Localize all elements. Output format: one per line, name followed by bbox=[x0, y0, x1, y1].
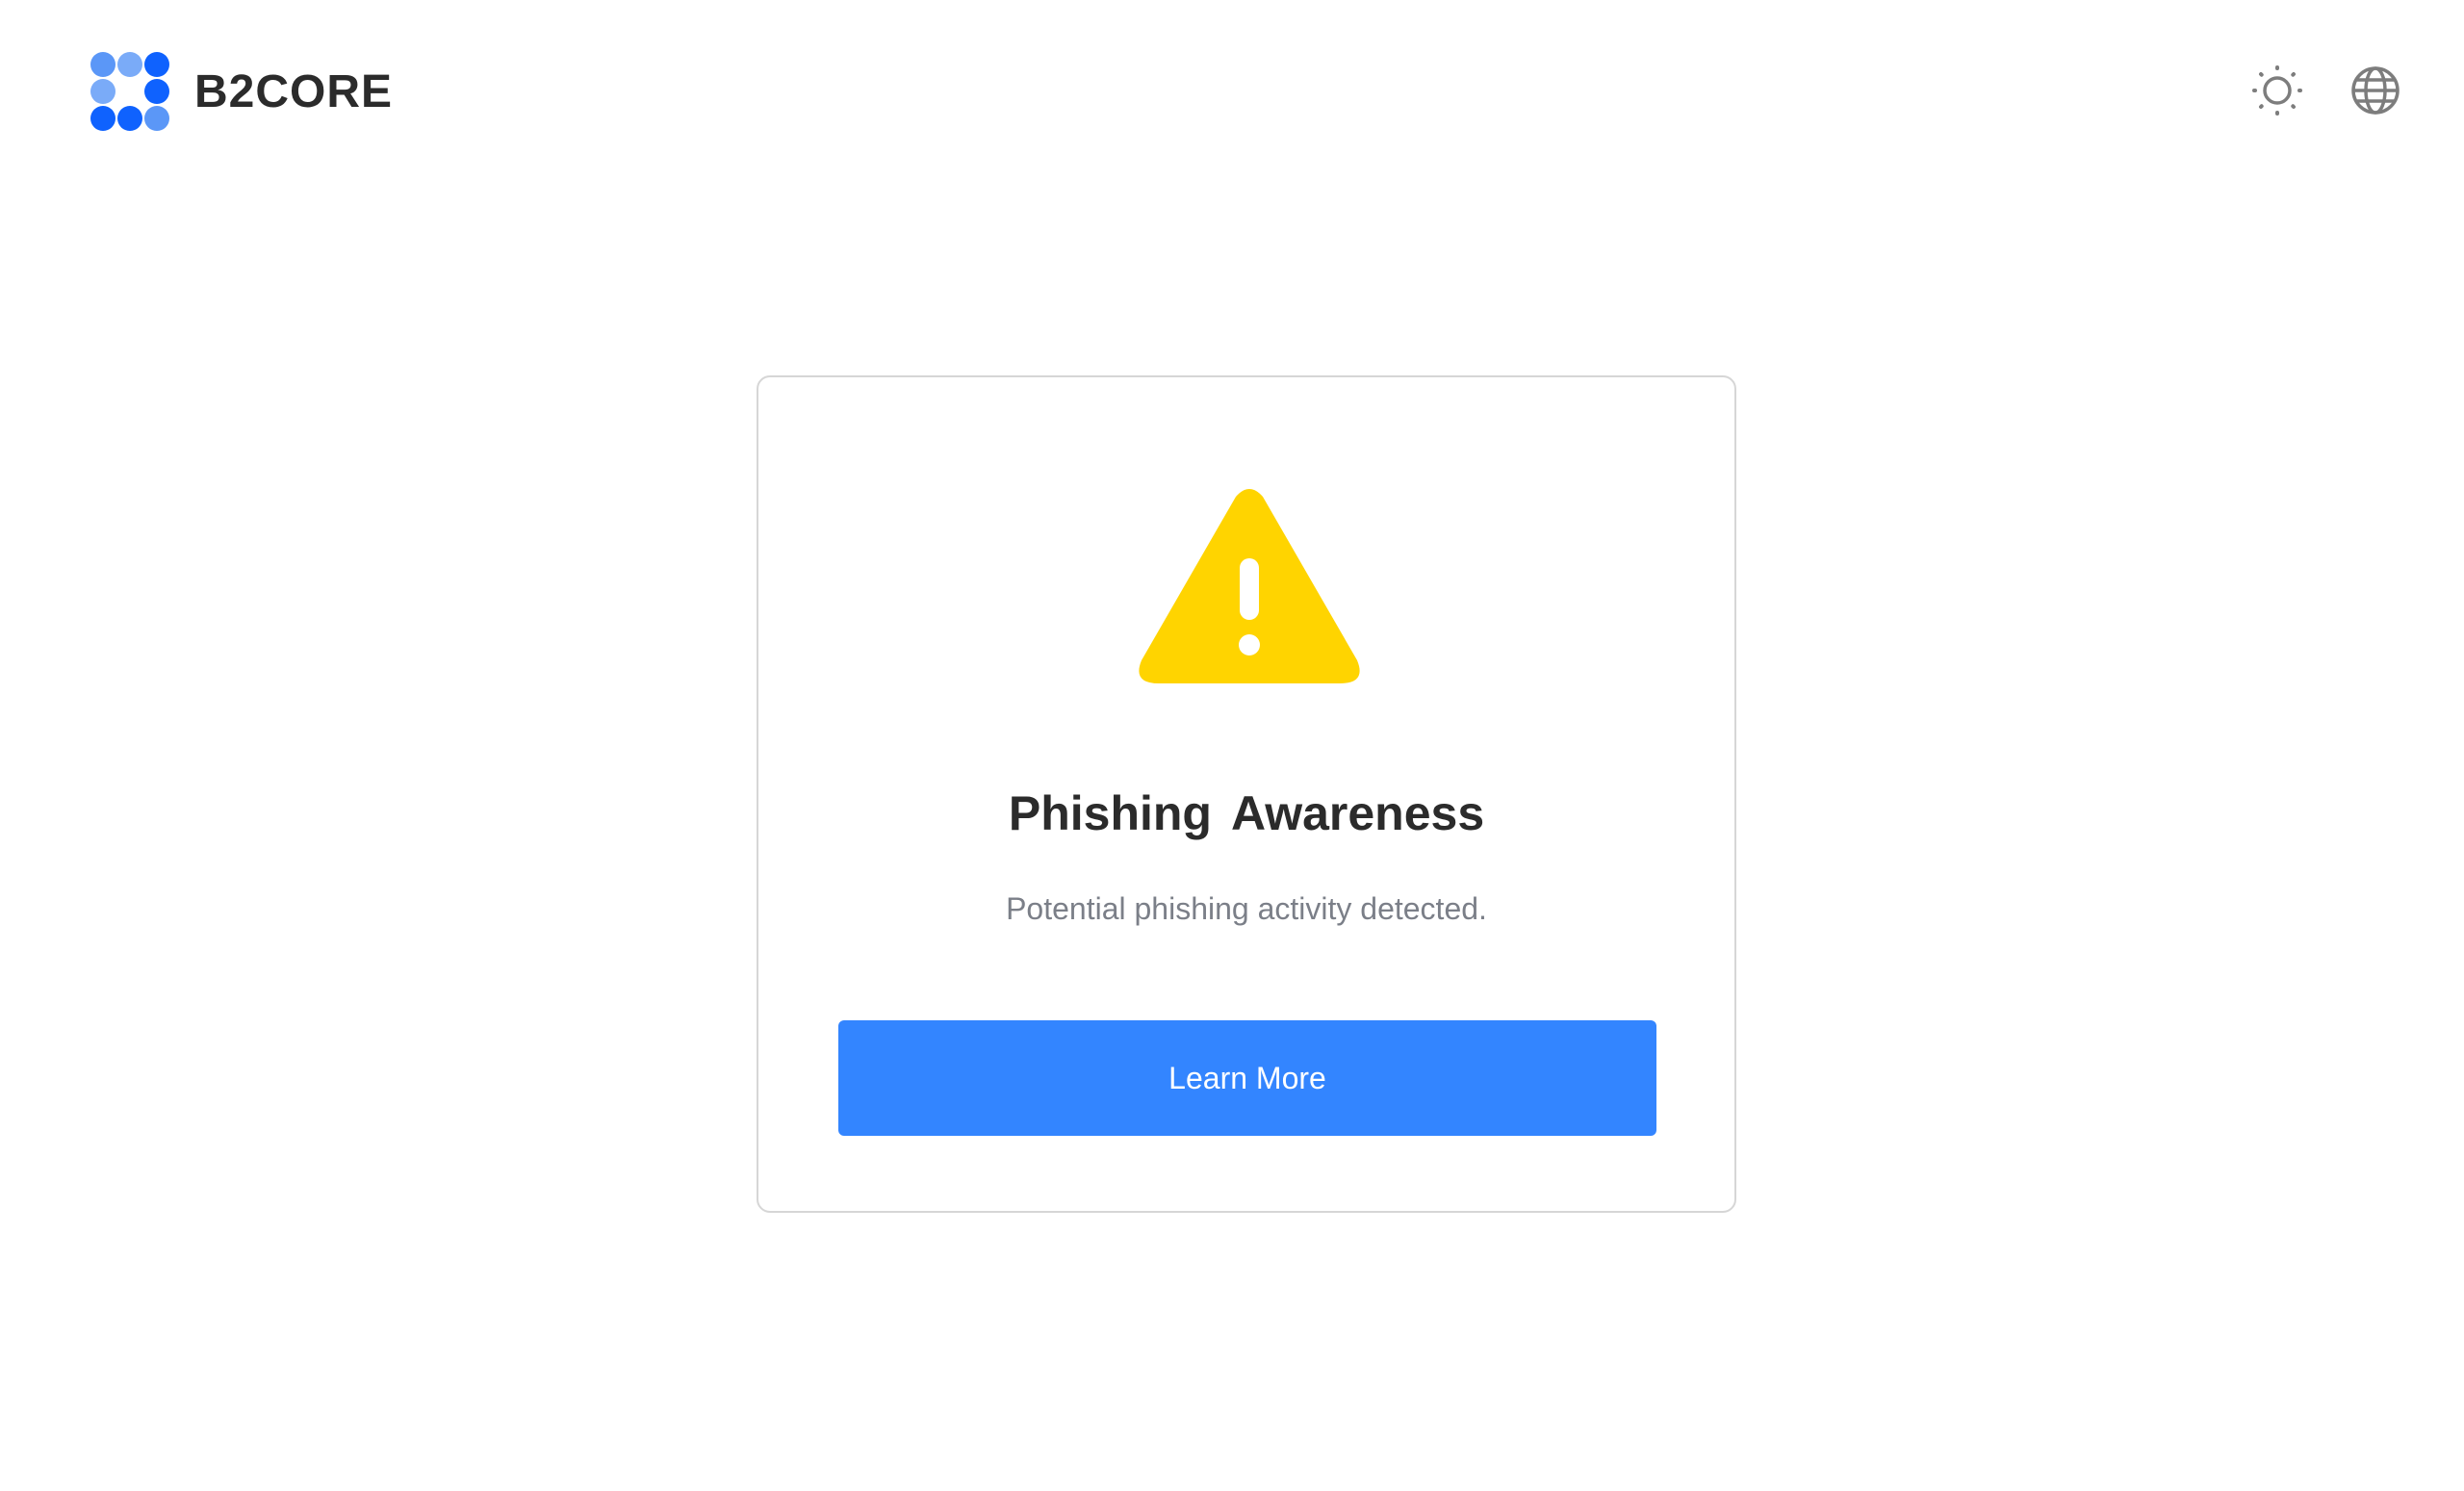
b2core-dots-logo-icon bbox=[90, 52, 169, 131]
card-subtitle: Potential phishing activity detected. bbox=[1006, 891, 1487, 926]
theme-toggle-button[interactable] bbox=[2250, 64, 2304, 117]
brand-name: B2CORE bbox=[194, 65, 394, 117]
card-title: Phishing Awareness bbox=[1008, 786, 1485, 840]
phishing-awareness-card: Phishing Awareness Potential phishing ac… bbox=[757, 375, 1736, 1213]
learn-more-button[interactable]: Learn More bbox=[838, 1020, 1656, 1136]
language-button[interactable] bbox=[2348, 64, 2402, 117]
globe-icon bbox=[2351, 66, 2400, 115]
sun-icon bbox=[2252, 65, 2302, 116]
warning-triangle-icon bbox=[1139, 489, 1360, 683]
brand-logo[interactable]: B2CORE bbox=[90, 52, 393, 131]
page: B2CORE Phishing Awareness Potential phis… bbox=[0, 0, 2464, 1491]
top-header: B2CORE bbox=[0, 0, 2464, 183]
header-actions bbox=[2206, 64, 2402, 117]
